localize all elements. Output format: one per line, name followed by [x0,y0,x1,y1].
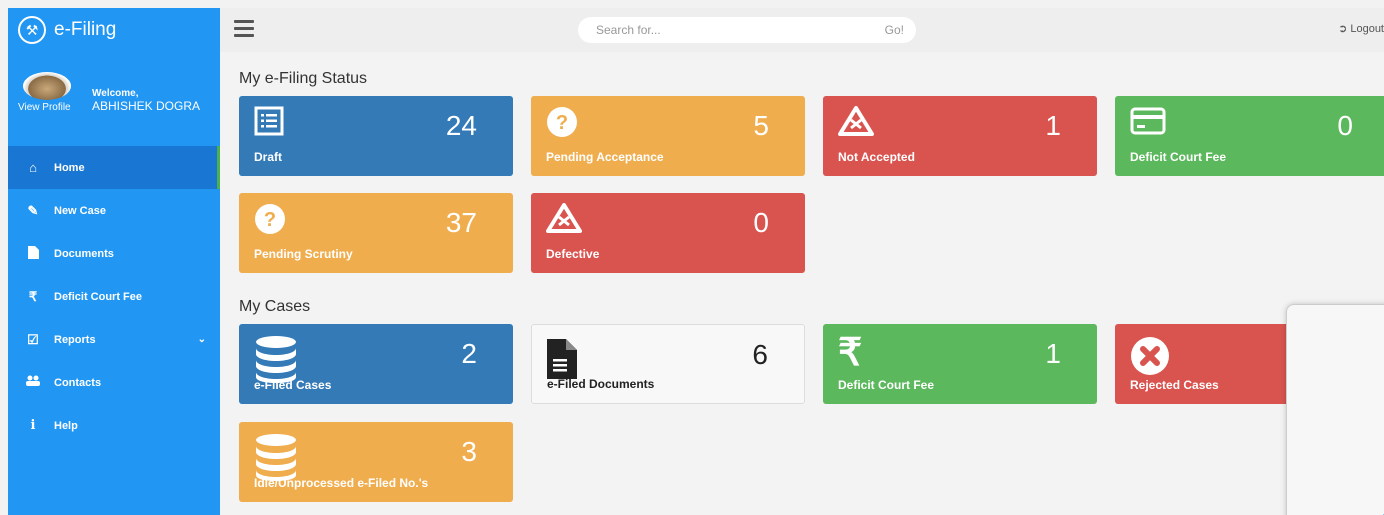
logout-icon: ➲ [1338,23,1348,35]
case-tile-e-filed-documents[interactable]: 6 e-Filed Documents [531,324,805,404]
gavel-icon: ⚒ [18,16,46,44]
tile-count: 0 [753,207,769,238]
status-tile-defective[interactable]: 0 Defective [531,193,805,273]
section-title-cases: My Cases [239,298,311,315]
tile-count: 37 [445,207,477,238]
tile-label: Not Accepted [838,150,915,164]
status-tile-pending-acceptance[interactable]: ? 5 Pending Acceptance [531,96,805,176]
sidebar-item-label: Reports [54,333,96,346]
menu-toggle-icon[interactable] [234,20,254,37]
rupee-icon: ₹ [838,332,863,374]
sidebar-item-label: New Case [54,204,106,217]
logout-label: Logout [1350,23,1384,35]
sidebar-item-new-case[interactable]: ✎ New Case [8,189,220,232]
tile-count: 1 [1045,338,1061,369]
status-tile-not-accepted[interactable]: 1 Not Accepted [823,96,1097,176]
svg-text:?: ? [264,209,276,231]
status-tile-pending-scrutiny[interactable]: ? 37 Pending Scrutiny [239,193,513,273]
status-tile-draft[interactable]: 24 Draft [239,96,513,176]
case-tile-idle-unprocessed[interactable]: 3 Idle/Unprocessed e-Filed No.'s [239,422,513,502]
sidebar-item-label: Contacts [54,376,102,389]
sidebar-nav: ⌂ Home ✎ New Case Documents ₹ Deficit Co… [8,146,220,447]
tile-count: 0 [1337,110,1353,141]
close-circle-icon [1130,334,1170,381]
sidebar-item-documents[interactable]: Documents [8,232,220,275]
tile-label: Draft [254,150,283,164]
info-icon: i [30,418,36,433]
top-bar: Search for... Go! ➲ Logout [220,8,1384,52]
question-icon: ? [546,106,578,143]
status-tile-deficit-court-fee[interactable]: 0 Deficit Court Fee [1115,96,1384,176]
rupee-icon: ₹ [28,288,38,304]
tile-count: 2 [461,338,477,369]
sidebar-item-label: Help [54,419,78,432]
search-input[interactable]: Search for... [596,23,661,37]
tile-label: Defective [546,247,600,261]
edit-icon: ✎ [27,202,39,218]
sidebar-item-contacts[interactable]: Contacts [8,361,220,404]
avatar[interactable] [23,72,71,100]
welcome-text: Welcome, [92,88,139,99]
file-icon [24,245,42,262]
tile-label: e-Filed Documents [547,377,655,391]
profile-panel: Welcome, [8,52,220,144]
corner-ribbon-icon [1383,514,1384,515]
tile-label: Pending Scrutiny [254,247,353,261]
home-icon: ⌂ [29,160,37,175]
users-icon [24,375,42,390]
sidebar: ⚒ e-Filing Welcome, View Profile ABHISHE… [8,8,220,515]
sidebar-item-label: Documents [54,247,114,260]
sidebar-item-reports[interactable]: ☑ Reports ⌄ [8,318,220,361]
view-profile-link[interactable]: View Profile [18,102,71,113]
sidebar-item-help[interactable]: i Help [8,404,220,447]
tile-count: 3 [461,436,477,467]
brand[interactable]: ⚒ e-Filing [8,8,220,52]
tile-label: Deficit Court Fee [1130,150,1227,164]
go-button[interactable]: Go! [885,23,904,37]
tile-label: Idle/Unprocessed e-Filed No.'s [254,476,429,490]
tile-count: 1 [1045,110,1061,141]
app-title: e-Filing [54,19,117,40]
sidebar-item-home[interactable]: ⌂ Home [8,146,220,189]
sidebar-item-deficit-court-fee[interactable]: ₹ Deficit Court Fee [8,275,220,318]
tile-label: Deficit Court Fee [838,378,935,392]
sidebar-item-label: Deficit Court Fee [54,290,143,303]
svg-text:?: ? [556,112,568,134]
overlay-panel[interactable] [1286,304,1384,515]
tile-label: e-Filed Cases [254,378,332,392]
user-name: ABHISHEK DOGRA [92,99,201,113]
card-icon [1130,106,1166,141]
reports-icon: ☑ [27,331,39,347]
tile-label: Rejected Cases [1130,378,1219,392]
tile-count: 6 [752,339,768,370]
warning-icon [838,106,874,141]
list-icon [254,106,284,141]
case-tile-e-filed-cases[interactable]: 2 e-Filed Cases [239,324,513,404]
tile-count: 24 [445,110,477,141]
sidebar-item-label: Home [54,161,85,174]
tile-count: 5 [753,110,769,141]
tile-label: Pending Acceptance [546,150,664,164]
app-window: ⚒ e-Filing Welcome, View Profile ABHISHE… [8,8,1384,515]
section-title-status: My e-Filing Status [239,70,368,87]
search-bar: Search for... Go! [578,17,916,43]
question-icon: ? [254,203,286,240]
warning-icon [546,203,582,238]
case-tile-deficit-court-fee[interactable]: ₹ 1 Deficit Court Fee [823,324,1097,404]
logout-link[interactable]: ➲ Logout [1338,22,1384,35]
chevron-down-icon: ⌄ [197,334,206,345]
